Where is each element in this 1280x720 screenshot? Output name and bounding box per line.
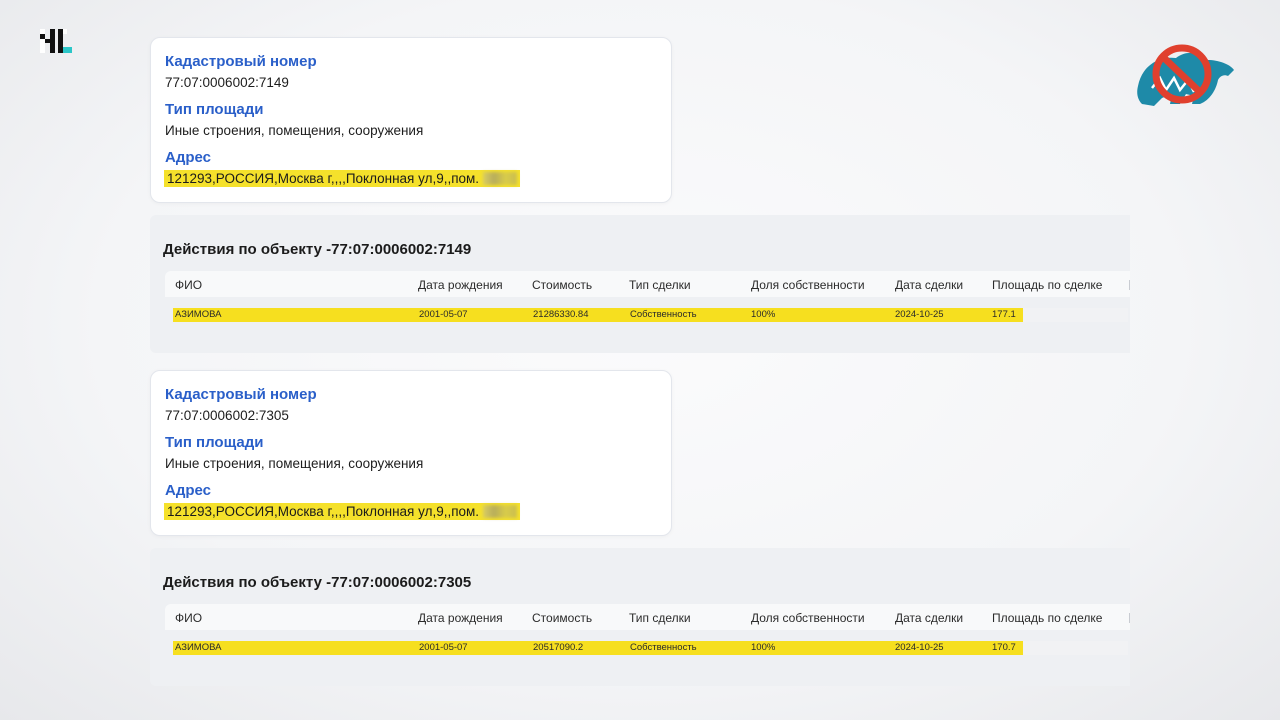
cell-cost: 21286330.84 (533, 309, 589, 320)
cadastral-label: Кадастровый номер (165, 53, 317, 70)
col-deal-type: Тип сделки (629, 611, 691, 625)
channel-logo-icon (40, 29, 72, 53)
cell-birth: 2001-05-07 (419, 642, 468, 653)
address-value-highlight: 121293,РОССИЯ,Москва г,,,,Поклонная ул,9… (164, 503, 521, 520)
col-birth: Дата рождения (418, 611, 503, 625)
area-type-label: Тип площади (165, 434, 264, 451)
cell-fio: АЗИМОВА (175, 642, 222, 653)
col-fio: ФИО (175, 278, 203, 292)
redacted-blur (483, 505, 518, 518)
address-value: 121293,РОССИЯ,Москва г,,,,Поклонная ул,9… (167, 504, 480, 519)
col-area: Площадь по сделке (992, 278, 1103, 292)
crossed-out-bear-logo-icon (1137, 44, 1234, 106)
col-cost: Стоимость (532, 278, 593, 292)
actions-title: Действия по объекту -77:07:0006002:7305 (163, 574, 472, 591)
actions-title: Действия по объекту -77:07:0006002:7149 (163, 241, 472, 258)
address-label: Адрес (165, 482, 212, 499)
cadastral-value: 77:07:0006002:7305 (165, 408, 289, 423)
cell-share: 100% (751, 309, 776, 320)
address-value-highlight: 121293,РОССИЯ,Москва г,,,,Поклонная ул,9… (164, 170, 521, 187)
cell-fio: АЗИМОВА (175, 309, 222, 320)
area-type-value: Иные строения, помещения, сооружения (165, 456, 424, 471)
col-area: Площадь по сделке (992, 611, 1103, 625)
redacted-blur (483, 172, 518, 185)
more-columns-indicator (1129, 613, 1130, 623)
table-row-rest (1023, 308, 1128, 322)
table-header: ФИО Дата рождения Стоимость Тип сделки Д… (165, 604, 1130, 630)
address-value: 121293,РОССИЯ,Москва г,,,,Поклонная ул,9… (167, 171, 480, 186)
area-type-label: Тип площади (165, 101, 264, 118)
table-header: ФИО Дата рождения Стоимость Тип сделки Д… (165, 271, 1130, 297)
cell-deal-type: Собственность (630, 642, 697, 653)
col-share: Доля собственности (751, 611, 865, 625)
col-birth: Дата рождения (418, 278, 503, 292)
object-actions-panel-2: Действия по объекту -77:07:0006002:7305 … (150, 548, 1130, 686)
col-deal-type: Тип сделки (629, 278, 691, 292)
table-row-rest (1023, 641, 1128, 655)
cell-birth: 2001-05-07 (419, 309, 468, 320)
table-row[interactable]: АЗИМОВА 2001-05-07 21286330.84 Собственн… (173, 308, 1023, 322)
cell-deal-date: 2024-10-25 (895, 642, 944, 653)
cell-share: 100% (751, 642, 776, 653)
table-row[interactable]: АЗИМОВА 2001-05-07 20517090.2 Собственно… (173, 641, 1023, 655)
address-label: Адрес (165, 149, 212, 166)
cadastral-value: 77:07:0006002:7149 (165, 75, 289, 90)
object-actions-panel-1: Действия по объекту -77:07:0006002:7149 … (150, 215, 1130, 353)
more-columns-indicator (1129, 280, 1130, 290)
col-deal-date: Дата сделки (895, 278, 964, 292)
object-card-1: Кадастровый номер 77:07:0006002:7149 Тип… (150, 37, 672, 203)
cell-cost: 20517090.2 (533, 642, 584, 653)
col-share: Доля собственности (751, 278, 865, 292)
cell-area: 170.7 (992, 642, 1016, 653)
screenshot-frame: Кадастровый номер 77:07:0006002:7149 Тип… (0, 0, 1280, 720)
object-card-2: Кадастровый номер 77:07:0006002:7305 Тип… (150, 370, 672, 536)
cell-deal-date: 2024-10-25 (895, 309, 944, 320)
col-fio: ФИО (175, 611, 203, 625)
col-deal-date: Дата сделки (895, 611, 964, 625)
cadastral-label: Кадастровый номер (165, 386, 317, 403)
col-cost: Стоимость (532, 611, 593, 625)
area-type-value: Иные строения, помещения, сооружения (165, 123, 424, 138)
cell-deal-type: Собственность (630, 309, 697, 320)
cell-area: 177.1 (992, 309, 1016, 320)
